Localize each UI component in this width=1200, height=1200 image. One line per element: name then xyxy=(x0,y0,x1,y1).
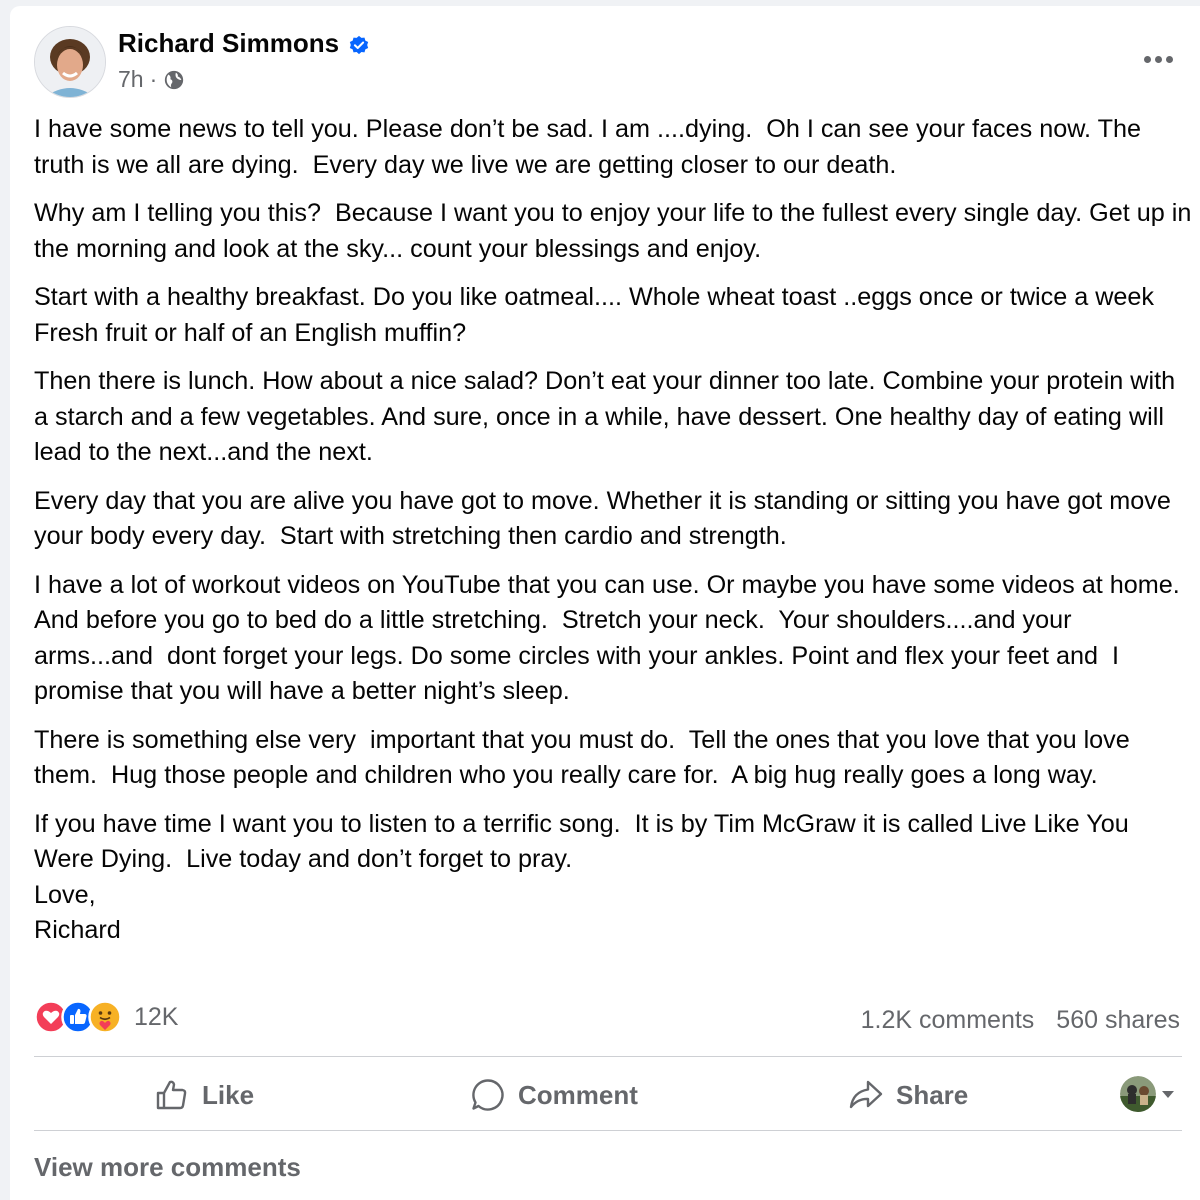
post-timestamp[interactable]: 7h xyxy=(118,66,144,93)
profile-switcher[interactable] xyxy=(1120,1076,1174,1112)
more-options-icon[interactable] xyxy=(1138,48,1178,70)
divider xyxy=(34,1130,1182,1131)
post-paragraph: Why am I telling you this? Because I wan… xyxy=(34,199,1199,263)
engagement-stats: 1.2K comments 560 shares xyxy=(861,1006,1180,1035)
meta-separator: · xyxy=(149,66,158,92)
share-label: Share xyxy=(896,1079,969,1110)
shares-count-link[interactable]: 560 shares xyxy=(1056,1006,1180,1035)
author-name[interactable]: Richard Simmons xyxy=(118,28,339,59)
post-paragraph: I have a lot of workout videos on YouTub… xyxy=(34,570,1186,706)
post-paragraph: I have some news to tell you. Please don… xyxy=(34,115,1148,179)
reactions-summary[interactable]: 12K xyxy=(34,1000,178,1034)
profile-avatar xyxy=(1120,1076,1156,1112)
comment-button[interactable]: Comment xyxy=(470,1058,638,1132)
divider xyxy=(34,1056,1182,1057)
globe-icon[interactable] xyxy=(163,69,185,91)
post-card: Richard Simmons 7h · I have some news to… xyxy=(10,6,1200,1200)
author-avatar[interactable] xyxy=(34,26,106,98)
post-paragraph: Start with a healthy breakfast. Do you l… xyxy=(34,283,1176,347)
comment-label: Comment xyxy=(518,1079,638,1110)
comment-icon xyxy=(470,1077,506,1113)
more-dot xyxy=(1143,55,1151,63)
author-name-row: Richard Simmons xyxy=(118,28,370,59)
share-button[interactable]: Share xyxy=(848,1058,968,1132)
like-label: Like xyxy=(202,1079,255,1110)
post-paragraph: Every day that you are alive you have go… xyxy=(34,486,1178,551)
reaction-icons xyxy=(34,1000,122,1034)
post-paragraph: There is something else very important t… xyxy=(34,725,1137,790)
post-paragraph: Then there is lunch. How about a nice sa… xyxy=(34,367,1183,466)
post-body: I have some news to tell you. Please don… xyxy=(34,112,1194,962)
more-dot xyxy=(1165,55,1173,63)
more-dot xyxy=(1154,55,1162,63)
care-reaction-icon xyxy=(88,1000,122,1034)
like-icon xyxy=(154,1077,190,1113)
like-button[interactable]: Like xyxy=(154,1058,254,1132)
comments-count-link[interactable]: 1.2K comments xyxy=(861,1006,1035,1035)
reaction-count: 12K xyxy=(134,1002,179,1031)
share-icon xyxy=(848,1077,884,1113)
action-bar: Like Comment Share xyxy=(34,1058,1182,1132)
post-paragraph: If you have time I want you to listen to… xyxy=(34,809,1129,945)
verified-badge-icon xyxy=(348,33,370,55)
post-meta: 7h · xyxy=(118,66,185,93)
view-more-comments-link[interactable]: View more comments xyxy=(34,1152,301,1183)
chevron-down-icon xyxy=(1162,1090,1174,1098)
